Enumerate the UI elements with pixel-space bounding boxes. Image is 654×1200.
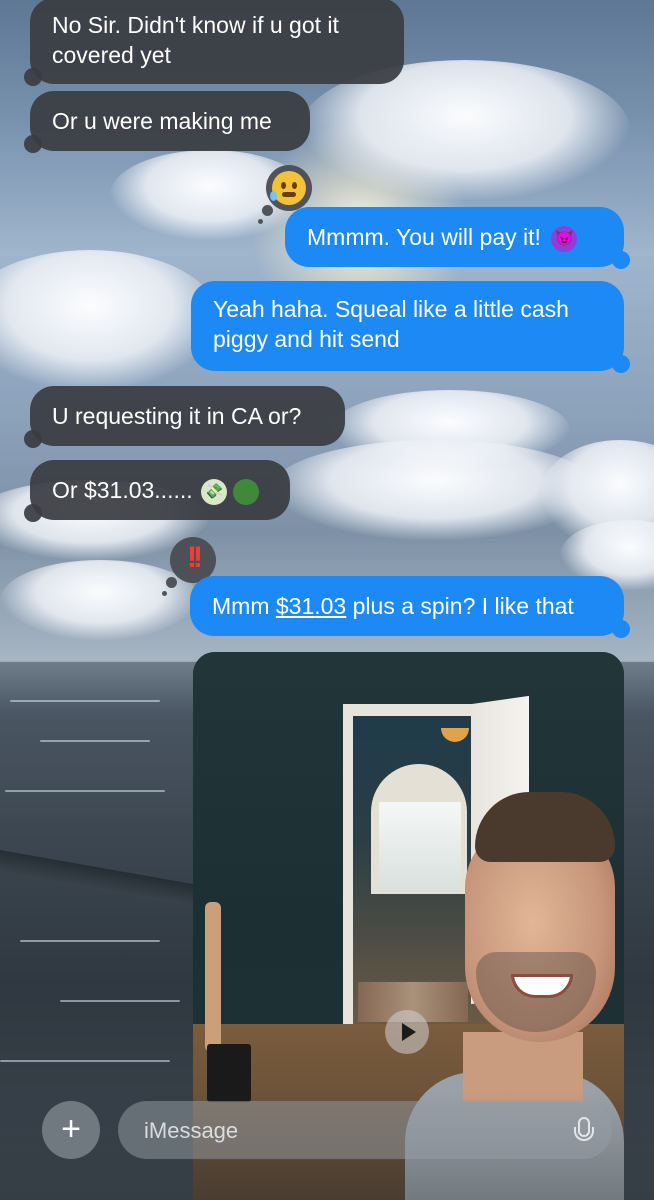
bubble-tail: [612, 620, 630, 638]
message-text: U requesting it in CA or?: [52, 403, 302, 429]
bubble-tail: [612, 355, 630, 373]
message-text: Mmmm. You will pay it!: [307, 224, 541, 250]
tapback-bubble-dot: [258, 219, 263, 224]
bubble-tail: [24, 68, 42, 86]
message-input[interactable]: [142, 1113, 546, 1149]
message-text: Or u were making me: [52, 108, 272, 134]
water-glint: [10, 700, 160, 702]
message-input-container[interactable]: [118, 1101, 612, 1159]
water-glint: [5, 790, 165, 792]
video-scene-window: [379, 802, 461, 892]
message-text: No Sir. Didn't know if u got it covered …: [52, 12, 339, 68]
money-with-wings-emoji-icon: 💸: [201, 478, 228, 505]
message-bubble-received[interactable]: Or $31.03...... 💸: [24, 460, 290, 522]
bubble-tail: [612, 251, 630, 269]
smiling-devil-emoji-icon: 😈: [551, 225, 578, 252]
double-exclamation-icon: !!: [187, 541, 203, 574]
green-dollar-circle-emoji-icon: [233, 478, 260, 505]
message-bubble-sent[interactable]: Yeah haha. Squeal like a little cash pig…: [191, 281, 630, 373]
tapback-bubble-dot: [262, 205, 273, 216]
video-person-hair: [475, 792, 615, 862]
message-bubble-received[interactable]: Or u were making me: [24, 91, 310, 153]
tapback-bubble-dot: [166, 577, 177, 588]
message-bubble-sent[interactable]: Mmm $31.03 plus a spin? I like that: [190, 576, 630, 638]
amount-link[interactable]: $31.03: [276, 593, 346, 619]
anxious-sweat-face-icon: [270, 171, 306, 205]
microphone-icon[interactable]: [574, 1117, 594, 1141]
message-text: Yeah haha. Squeal like a little cash pig…: [213, 296, 569, 352]
water-glint: [20, 940, 160, 942]
message-text: Or $31.03......: [52, 477, 193, 503]
bubble-tail: [24, 430, 42, 448]
message-bubble-sent[interactable]: Mmmm. You will pay it! 😈: [285, 207, 630, 269]
video-scene-tube: [205, 902, 221, 1052]
message-text-before: Mmm: [212, 593, 276, 619]
water-glint: [60, 1000, 180, 1002]
tapback-bubble-dot: [162, 591, 167, 596]
add-attachment-button[interactable]: +: [42, 1101, 100, 1159]
bubble-tail: [24, 504, 42, 522]
message-text-after: plus a spin? I like that: [346, 593, 574, 619]
bubble-tail: [24, 135, 42, 153]
tapback-reaction[interactable]: [258, 165, 312, 224]
message-bubble-received[interactable]: U requesting it in CA or?: [24, 386, 345, 448]
message-bubble-received[interactable]: No Sir. Didn't know if u got it covered …: [24, 0, 404, 86]
play-icon[interactable]: [385, 1010, 429, 1054]
water-glint: [40, 740, 150, 742]
water-glint: [0, 1060, 170, 1062]
